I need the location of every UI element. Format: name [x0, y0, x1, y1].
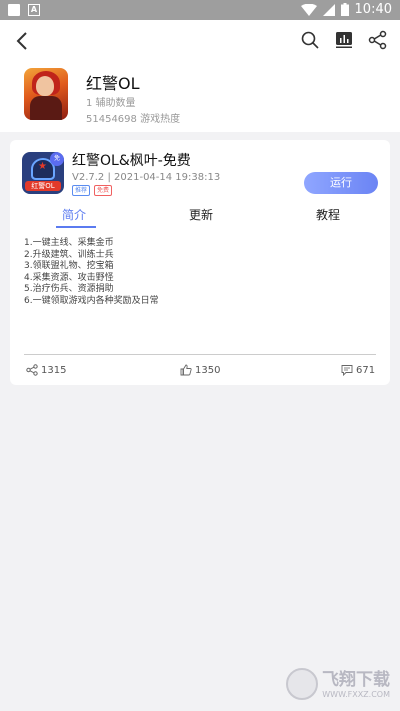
script-stats: 1315 1350 671 — [10, 362, 390, 380]
active-tab-indicator — [56, 226, 96, 228]
tag-recommended: 推荐 — [72, 185, 91, 196]
watermark-text: 飞翔下载 — [322, 669, 390, 690]
comment-icon — [341, 365, 353, 376]
watermark-logo-icon — [286, 668, 318, 700]
script-meta: V2.7.2 | 2021-04-14 19:38:13 — [72, 172, 221, 183]
search-icon[interactable] — [300, 30, 320, 50]
share-icon — [26, 364, 38, 376]
share-count: 1315 — [41, 364, 67, 376]
script-card: ★ 红警OL 免 红警OL&枫叶-免费 V2.7.2 | 2021-04-14 … — [10, 140, 390, 385]
like-count: 1350 — [195, 364, 221, 376]
description-line: 4.采集资源、攻击野怪 — [24, 272, 114, 283]
status-bar: A 10:40 — [0, 0, 400, 20]
back-arrow-icon[interactable] — [12, 30, 34, 52]
assist-count: 1 辅助数量 — [86, 98, 136, 109]
description-line: 6.一键领取游戏内各种奖励及日常 — [24, 295, 159, 306]
share-stat[interactable]: 1315 — [26, 364, 66, 376]
status-notifications: A — [8, 4, 40, 16]
tab-tutorial[interactable]: 教程 — [316, 206, 340, 223]
description-line: 5.治疗伤兵、资源捐助 — [24, 284, 114, 294]
star-icon: ★ — [38, 161, 47, 172]
comment-stat[interactable]: 671 — [341, 364, 375, 376]
thumbs-up-icon — [180, 364, 192, 376]
description-line: 1.一键主线、采集金币 — [24, 238, 114, 248]
wifi-icon — [300, 3, 317, 16]
script-icon: ★ 红警OL 免 — [22, 152, 64, 194]
run-button[interactable]: 运行 — [304, 172, 378, 194]
script-tags: 推荐 免费 — [72, 185, 113, 196]
game-title: 红警OL — [86, 74, 140, 93]
description-line: 2.升级建筑、训练士兵 — [24, 249, 114, 260]
game-heat: 51454698 游戏热度 — [86, 114, 181, 125]
free-badge: 免 — [50, 152, 64, 166]
site-watermark: 飞翔下载 WWW.FXXZ.COM — [286, 668, 390, 700]
game-header: 红警OL 1 辅助数量 51454698 游戏热度 — [0, 62, 400, 132]
share-icon[interactable] — [368, 30, 388, 50]
top-bar-actions — [300, 30, 388, 50]
top-bar — [0, 20, 400, 62]
notification-a-icon: A — [28, 4, 40, 16]
status-time: 10:40 — [354, 2, 392, 17]
battery-icon — [340, 3, 349, 16]
tag-free: 免费 — [94, 185, 113, 196]
status-right: 10:40 — [300, 2, 392, 17]
notification-square-icon — [8, 4, 20, 16]
tab-updates[interactable]: 更新 — [189, 206, 213, 223]
tab-bar: 简介 更新 教程 — [10, 202, 390, 228]
tab-intro[interactable]: 简介 — [62, 206, 86, 223]
description-line: 3.领联盟礼物、挖宝箱 — [24, 261, 114, 271]
comment-count: 671 — [356, 364, 376, 376]
script-title[interactable]: 红警OL&枫叶-免费 — [72, 150, 191, 170]
signal-icon — [322, 3, 335, 16]
divider — [24, 354, 376, 355]
script-description: 1.一键主线、采集金币 2.升级建筑、训练士兵 3.领联盟礼物、挖宝箱 4.采集… — [24, 238, 159, 307]
watermark-url: WWW.FXXZ.COM — [322, 689, 390, 699]
game-icon — [24, 68, 68, 120]
script-icon-banner: 红警OL — [25, 181, 61, 191]
like-stat[interactable]: 1350 — [180, 364, 220, 376]
chart-icon[interactable] — [334, 30, 354, 50]
